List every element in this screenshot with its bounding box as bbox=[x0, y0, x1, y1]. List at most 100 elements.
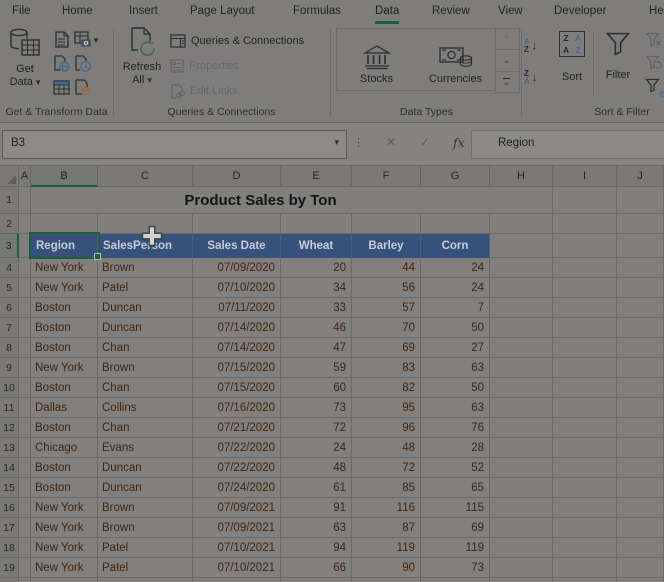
cell-E6[interactable]: 33 bbox=[281, 298, 352, 318]
cell-H14[interactable] bbox=[490, 458, 553, 478]
from-picture-button[interactable] bbox=[73, 30, 91, 48]
cell-I16[interactable] bbox=[553, 498, 617, 518]
cell-H5[interactable] bbox=[490, 278, 553, 298]
tab-home[interactable]: Home bbox=[62, 5, 93, 21]
cell-H12[interactable] bbox=[490, 418, 553, 438]
cell-A15[interactable] bbox=[19, 478, 31, 498]
cell-F20[interactable] bbox=[352, 578, 421, 582]
cell-E18[interactable]: 94 bbox=[281, 538, 352, 558]
cell-H1[interactable] bbox=[490, 187, 553, 214]
cell-F16[interactable]: 116 bbox=[352, 498, 421, 518]
cell-A4[interactable] bbox=[19, 258, 31, 278]
gallery-scroll-down-button[interactable]: ⌄ bbox=[494, 50, 519, 71]
row-header-19[interactable]: 19 bbox=[0, 558, 19, 578]
cell-J16[interactable] bbox=[617, 498, 664, 518]
tab-data[interactable]: Data bbox=[375, 5, 399, 24]
cell-I19[interactable] bbox=[553, 558, 617, 578]
cell-I5[interactable] bbox=[553, 278, 617, 298]
currencies-button[interactable]: Currencies bbox=[416, 29, 495, 90]
filter-button[interactable]: Filter bbox=[596, 27, 640, 101]
edit-links-button[interactable]: Edit Links bbox=[170, 81, 238, 101]
cell-H6[interactable] bbox=[490, 298, 553, 318]
cell-J20[interactable] bbox=[617, 578, 664, 582]
formula-input[interactable]: Region bbox=[471, 130, 664, 159]
cell-D4[interactable]: 07/09/2020 bbox=[193, 258, 281, 278]
selection-fill-handle[interactable] bbox=[94, 253, 101, 260]
insert-function-button[interactable]: fx bbox=[453, 135, 465, 150]
cell-B11[interactable]: Dallas bbox=[31, 398, 98, 418]
from-table-range-button[interactable] bbox=[52, 78, 70, 96]
cell-A14[interactable] bbox=[19, 458, 31, 478]
cell-F4[interactable]: 44 bbox=[352, 258, 421, 278]
cell-J5[interactable] bbox=[617, 278, 664, 298]
cell-G16[interactable]: 115 bbox=[421, 498, 490, 518]
cell-D18[interactable]: 07/10/2021 bbox=[193, 538, 281, 558]
cell-G18[interactable]: 119 bbox=[421, 538, 490, 558]
cell-F5[interactable]: 56 bbox=[352, 278, 421, 298]
cell-E7[interactable]: 46 bbox=[281, 318, 352, 338]
row-header-4[interactable]: 4 bbox=[0, 258, 19, 278]
cell-D20[interactable] bbox=[193, 578, 281, 582]
cell-F2[interactable] bbox=[352, 214, 421, 234]
cell-G14[interactable]: 52 bbox=[421, 458, 490, 478]
column-header-G[interactable]: G bbox=[421, 166, 490, 187]
cell-E13[interactable]: 24 bbox=[281, 438, 352, 458]
cell-B20[interactable] bbox=[31, 578, 98, 582]
cell-G15[interactable]: 65 bbox=[421, 478, 490, 498]
cell-C20[interactable] bbox=[98, 578, 193, 582]
cell-G8[interactable]: 27 bbox=[421, 338, 490, 358]
cell-H11[interactable] bbox=[490, 398, 553, 418]
properties-button[interactable]: Properties bbox=[170, 56, 239, 76]
row-header-1[interactable]: 1 bbox=[0, 187, 19, 214]
row-header-11[interactable]: 11 bbox=[0, 398, 19, 418]
cell-E4[interactable]: 20 bbox=[281, 258, 352, 278]
sort-descending-button[interactable]: ZA ↓ bbox=[524, 65, 548, 91]
from-picture-dropdown-icon[interactable]: ▾ bbox=[91, 31, 101, 49]
cell-F17[interactable]: 87 bbox=[352, 518, 421, 538]
cell-C14[interactable]: Duncan bbox=[98, 458, 193, 478]
cell-J3[interactable] bbox=[617, 234, 664, 258]
cell-B5[interactable]: New York bbox=[31, 278, 98, 298]
cell-F13[interactable]: 48 bbox=[352, 438, 421, 458]
from-text-csv-button[interactable] bbox=[52, 30, 70, 48]
cell-B16[interactable]: New York bbox=[31, 498, 98, 518]
cell-J19[interactable] bbox=[617, 558, 664, 578]
row-header-16[interactable]: 16 bbox=[0, 498, 19, 518]
cell-E9[interactable]: 59 bbox=[281, 358, 352, 378]
cell-D14[interactable]: 07/22/2020 bbox=[193, 458, 281, 478]
cell-A8[interactable] bbox=[19, 338, 31, 358]
cell-D16[interactable]: 07/09/2021 bbox=[193, 498, 281, 518]
cell-B17[interactable]: New York bbox=[31, 518, 98, 538]
cell-C5[interactable]: Patel bbox=[98, 278, 193, 298]
cell-B9[interactable]: New York bbox=[31, 358, 98, 378]
cell-D2[interactable] bbox=[193, 214, 281, 234]
enter-button[interactable]: ✓ bbox=[420, 135, 430, 149]
cell-I2[interactable] bbox=[553, 214, 617, 234]
clear-filter-button[interactable] bbox=[645, 32, 664, 51]
cell-H4[interactable] bbox=[490, 258, 553, 278]
existing-connections-button[interactable] bbox=[73, 78, 91, 96]
cell-F9[interactable]: 83 bbox=[352, 358, 421, 378]
cell-F12[interactable]: 96 bbox=[352, 418, 421, 438]
cell-D9[interactable]: 07/15/2020 bbox=[193, 358, 281, 378]
cell-F18[interactable]: 119 bbox=[352, 538, 421, 558]
cell-J12[interactable] bbox=[617, 418, 664, 438]
row-header-3[interactable]: 3 bbox=[0, 234, 19, 258]
row-header-7[interactable]: 7 bbox=[0, 318, 19, 338]
advanced-filter-button[interactable]: ⚙ bbox=[645, 78, 664, 97]
row-header-12[interactable]: 12 bbox=[0, 418, 19, 438]
cell-I12[interactable] bbox=[553, 418, 617, 438]
cell-G17[interactable]: 69 bbox=[421, 518, 490, 538]
cell-G11[interactable]: 63 bbox=[421, 398, 490, 418]
cell-G4[interactable]: 24 bbox=[421, 258, 490, 278]
cell-J13[interactable] bbox=[617, 438, 664, 458]
row-header-9[interactable]: 9 bbox=[0, 358, 19, 378]
row-header-8[interactable]: 8 bbox=[0, 338, 19, 358]
cell-C16[interactable]: Brown bbox=[98, 498, 193, 518]
cell-A9[interactable] bbox=[19, 358, 31, 378]
cancel-button[interactable]: ✕ bbox=[386, 135, 396, 149]
cell-H18[interactable] bbox=[490, 538, 553, 558]
cell-B19[interactable]: New York bbox=[31, 558, 98, 578]
cell-C13[interactable]: Evans bbox=[98, 438, 193, 458]
cell-H20[interactable] bbox=[490, 578, 553, 582]
